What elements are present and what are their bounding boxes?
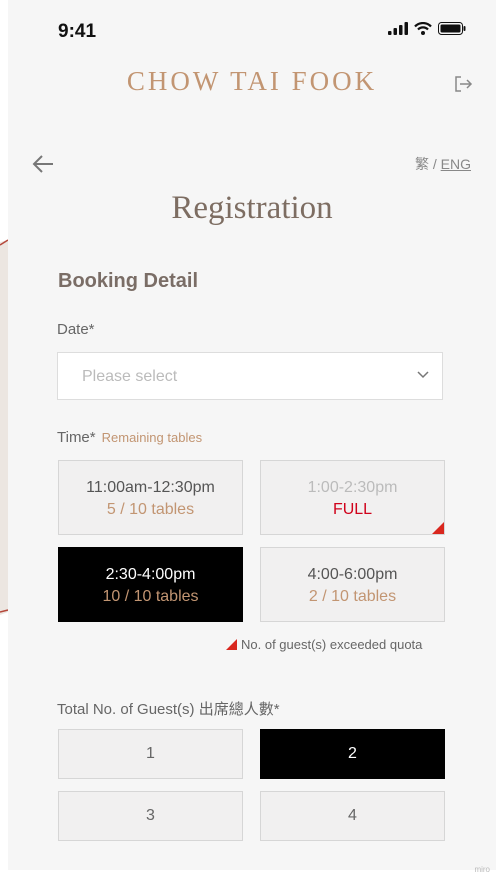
time-slot-3[interactable]: 2:30-4:00pm 10 / 10 tables (58, 547, 243, 622)
quota-exceeded-marker (432, 522, 444, 534)
slot-time: 1:00-2:30pm (307, 479, 398, 496)
guest-option-4[interactable]: 4 (260, 791, 445, 841)
logout-icon[interactable] (453, 74, 473, 94)
date-select[interactable]: Please select (57, 352, 443, 400)
time-slot-2[interactable]: 1:00-2:30pm FULL (260, 460, 445, 535)
time-slot-4[interactable]: 4:00-6:00pm 2 / 10 tables (260, 547, 445, 622)
quota-legend: No. of guest(s) exceeded quota (226, 637, 422, 652)
language-switcher: 繁 / ENG (415, 154, 471, 174)
slot-time: 4:00-6:00pm (307, 566, 398, 583)
slot-tables: 2 / 10 tables (308, 588, 397, 605)
page-title: Registration (171, 190, 333, 226)
slot-status-full: FULL (332, 501, 373, 518)
brand-logo: CHOW TAI FOOK (126, 66, 378, 96)
status-bar: 9:41 (8, 0, 496, 60)
slot-tables: 5 / 10 tables (106, 501, 195, 518)
time-label: Time* Remaining tables (57, 429, 202, 446)
time-label-text: Time* (57, 429, 96, 446)
date-placeholder: Please select (82, 368, 178, 385)
warning-triangle-icon (226, 639, 237, 650)
slot-time: 11:00am-12:30pm (86, 479, 215, 496)
date-label: Date* (57, 321, 95, 338)
guest-option-2[interactable]: 2 (260, 729, 445, 779)
legend-text: No. of guest(s) exceeded quota (241, 637, 423, 652)
chevron-down-icon (417, 371, 429, 379)
slot-tables: 10 / 10 tables (102, 588, 199, 605)
miro-watermark: miro (474, 865, 490, 874)
lang-eng-link[interactable]: ENG (441, 156, 471, 172)
phone-screen: 9:41 CHOW TAI FOOK 繁 / ENG Registration … (8, 0, 496, 870)
status-time: 9:41 (58, 21, 97, 42)
lang-tc-link[interactable]: 繁 (415, 156, 429, 172)
section-title: Booking Detail (58, 270, 199, 292)
status-icons (388, 22, 466, 35)
back-arrow-icon[interactable] (31, 152, 55, 176)
signal-icon (388, 22, 408, 35)
battery-icon (438, 22, 466, 35)
guest-option-1[interactable]: 1 (58, 729, 243, 779)
guest-option-3[interactable]: 3 (58, 791, 243, 841)
lang-separator: / (428, 156, 441, 172)
time-slot-1[interactable]: 11:00am-12:30pm 5 / 10 tables (58, 460, 243, 535)
remaining-tables-hint: Remaining tables (101, 430, 203, 445)
slot-time: 2:30-4:00pm (105, 566, 196, 583)
guest-label: Total No. of Guest(s) 出席總人數* (57, 701, 280, 718)
wifi-icon (414, 22, 432, 35)
